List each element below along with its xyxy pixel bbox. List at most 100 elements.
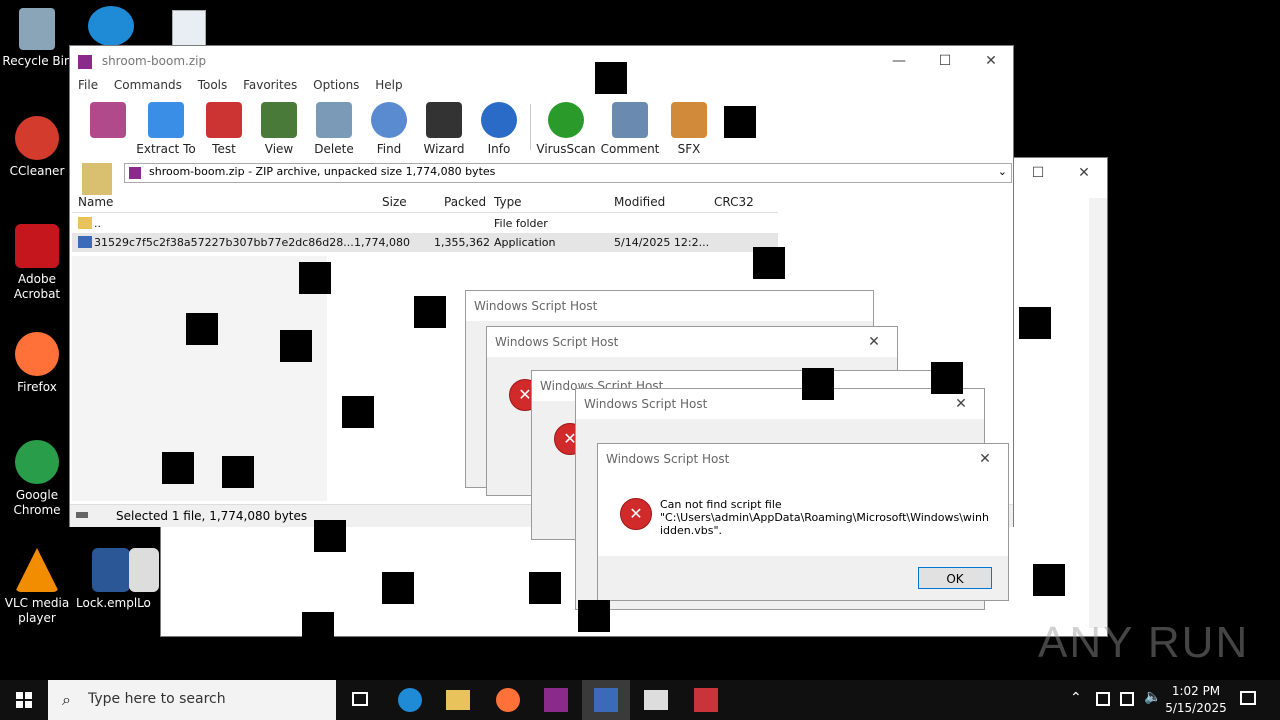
- chevron-down-icon[interactable]: ⌄: [998, 165, 1007, 178]
- desktop-icon-recycle-bin[interactable]: Recycle Bin: [2, 8, 72, 69]
- chevron-up-icon[interactable]: ⌃: [1070, 690, 1082, 706]
- network-icon[interactable]: [1096, 692, 1110, 706]
- column-size[interactable]: Size: [382, 192, 407, 212]
- error-icon: ✕: [620, 498, 652, 530]
- glitch-block: [382, 572, 414, 604]
- cell-packed: 1,355,362: [434, 236, 490, 249]
- taskbar-script-host[interactable]: [582, 680, 630, 720]
- close-icon[interactable]: ✕: [968, 46, 1014, 76]
- menu-file[interactable]: File: [78, 78, 98, 92]
- toolbar-virusscan-button[interactable]: VirusScan: [536, 98, 596, 156]
- extract-folder-icon: [148, 102, 184, 138]
- table-row[interactable]: 31529c7f5c2f38a57227b307bb77e2dc86d28...…: [72, 233, 778, 252]
- column-name[interactable]: Name: [78, 192, 113, 212]
- desktop-icon-google-chrome[interactable]: Google Chrome: [2, 440, 72, 518]
- desktop-icon-adobe-acrobat[interactable]: Adobe Acrobat: [2, 224, 72, 302]
- ok-button[interactable]: OK: [918, 567, 992, 589]
- menu-favorites[interactable]: Favorites: [243, 78, 297, 92]
- cell-modified: 5/14/2025 12:2...: [614, 236, 710, 249]
- desktop-icon-vlc[interactable]: VLC media player: [2, 548, 72, 626]
- menu-tools[interactable]: Tools: [198, 78, 228, 92]
- archive-path: shroom-boom.zip - ZIP archive, unpacked …: [149, 165, 496, 178]
- close-icon[interactable]: ✕: [1061, 158, 1107, 188]
- toolbar-find-button[interactable]: Find: [359, 98, 419, 156]
- winrar-icon: [544, 688, 568, 712]
- column-crc32[interactable]: CRC32: [714, 192, 754, 212]
- minimize-icon[interactable]: —: [876, 46, 922, 76]
- window-title: shroom-boom.zip: [101, 54, 207, 68]
- notification-icon[interactable]: [1240, 691, 1256, 705]
- toolbar-view-button[interactable]: View: [249, 98, 309, 156]
- task-view-icon: [352, 692, 368, 706]
- toolbar-extract-button[interactable]: Extract To: [136, 98, 196, 156]
- glitch-block: [342, 396, 374, 428]
- address-bar[interactable]: shroom-boom.zip - ZIP archive, unpacked …: [124, 163, 1012, 183]
- column-type[interactable]: Type: [494, 192, 522, 212]
- glitch-block: [529, 572, 561, 604]
- glitch-block: [280, 330, 312, 362]
- glitch-block: [595, 62, 627, 94]
- toolbar-add-button[interactable]: [80, 98, 136, 142]
- edge-desktop-icon[interactable]: [88, 6, 134, 46]
- ccleaner-icon: [15, 116, 59, 160]
- taskbar-app[interactable]: [632, 680, 680, 720]
- search-box[interactable]: ⌕ Type here to search: [48, 680, 336, 720]
- taskbar-edge[interactable]: [386, 680, 434, 720]
- desktop-icon-ccleaner[interactable]: CCleaner: [2, 116, 72, 179]
- desktop-icon-firefox[interactable]: Firefox: [2, 332, 72, 395]
- firefox-icon: [15, 332, 59, 376]
- watermark: ANY RUN: [1038, 618, 1250, 667]
- maximize-icon[interactable]: ☐: [922, 46, 968, 76]
- menu-help[interactable]: Help: [375, 78, 402, 92]
- desktop-icon-label: CCleaner: [9, 164, 65, 178]
- glitch-block: [186, 313, 218, 345]
- glitch-block: [1033, 564, 1065, 596]
- glitch-block: [299, 262, 331, 294]
- toolbar-sfx-button[interactable]: SFX: [659, 98, 719, 156]
- message-line-3: idden.vbs".: [660, 524, 723, 537]
- column-packed[interactable]: Packed: [444, 192, 486, 212]
- start-button[interactable]: [0, 680, 48, 720]
- comment-icon: [612, 102, 648, 138]
- glitch-block: [578, 600, 610, 632]
- volume-icon[interactable]: 🔈: [1144, 689, 1161, 705]
- taskbar-explorer[interactable]: [434, 680, 482, 720]
- table-row[interactable]: .. File folder: [72, 214, 778, 233]
- file-list-pane: [72, 256, 327, 501]
- script-host-dialog-front: Windows Script Host ✕ ✕ Can not find scri…: [597, 443, 1009, 601]
- menu-options[interactable]: Options: [313, 78, 359, 92]
- up-folder-icon[interactable]: [82, 163, 112, 195]
- test-clipboard-icon: [206, 102, 242, 138]
- glitch-block: [162, 452, 194, 484]
- winrar-titlebar: shroom-boom.zip — ☐ ✕: [70, 46, 1013, 76]
- desktop-icon-label: Recycle Bin: [2, 54, 72, 68]
- firefox-icon: [496, 688, 520, 712]
- task-view-button[interactable]: [336, 680, 384, 720]
- taskbar-firefox[interactable]: [484, 680, 532, 720]
- toolbar-comment-button[interactable]: Comment: [600, 98, 660, 156]
- maximize-icon[interactable]: ☐: [1015, 158, 1061, 188]
- scrollbar[interactable]: [1089, 198, 1107, 628]
- glitch-block: [302, 612, 334, 644]
- menu-commands[interactable]: Commands: [114, 78, 182, 92]
- desktop-icon-label: Adobe Acrobat: [13, 272, 61, 301]
- image-file-icon[interactable]: [172, 10, 206, 48]
- add-archive-icon: [90, 102, 126, 138]
- error-message: Can not find script file "C:\Users\admin…: [660, 498, 990, 537]
- toolbar-wizard-button[interactable]: Wizard: [414, 98, 474, 156]
- column-modified[interactable]: Modified: [614, 192, 665, 212]
- close-icon[interactable]: ✕: [851, 327, 897, 357]
- ethernet-icon[interactable]: [1120, 692, 1134, 706]
- close-icon[interactable]: ✕: [962, 444, 1008, 474]
- clock[interactable]: 1:02 PM 5/15/2025: [1160, 683, 1232, 717]
- taskbar-winrar[interactable]: [532, 680, 580, 720]
- toolbar-delete-button[interactable]: Delete: [304, 98, 364, 156]
- search-icon: ⌕: [62, 690, 71, 709]
- dialog-title: Windows Script Host: [495, 335, 619, 349]
- toolbar-info-button[interactable]: Info: [469, 98, 529, 156]
- virusscan-icon: [548, 102, 584, 138]
- delete-bin-icon: [316, 102, 352, 138]
- desktop-icon-lo[interactable]: Lo: [124, 548, 164, 611]
- toolbar-test-button[interactable]: Test: [194, 98, 254, 156]
- taskbar-app-2[interactable]: [682, 680, 730, 720]
